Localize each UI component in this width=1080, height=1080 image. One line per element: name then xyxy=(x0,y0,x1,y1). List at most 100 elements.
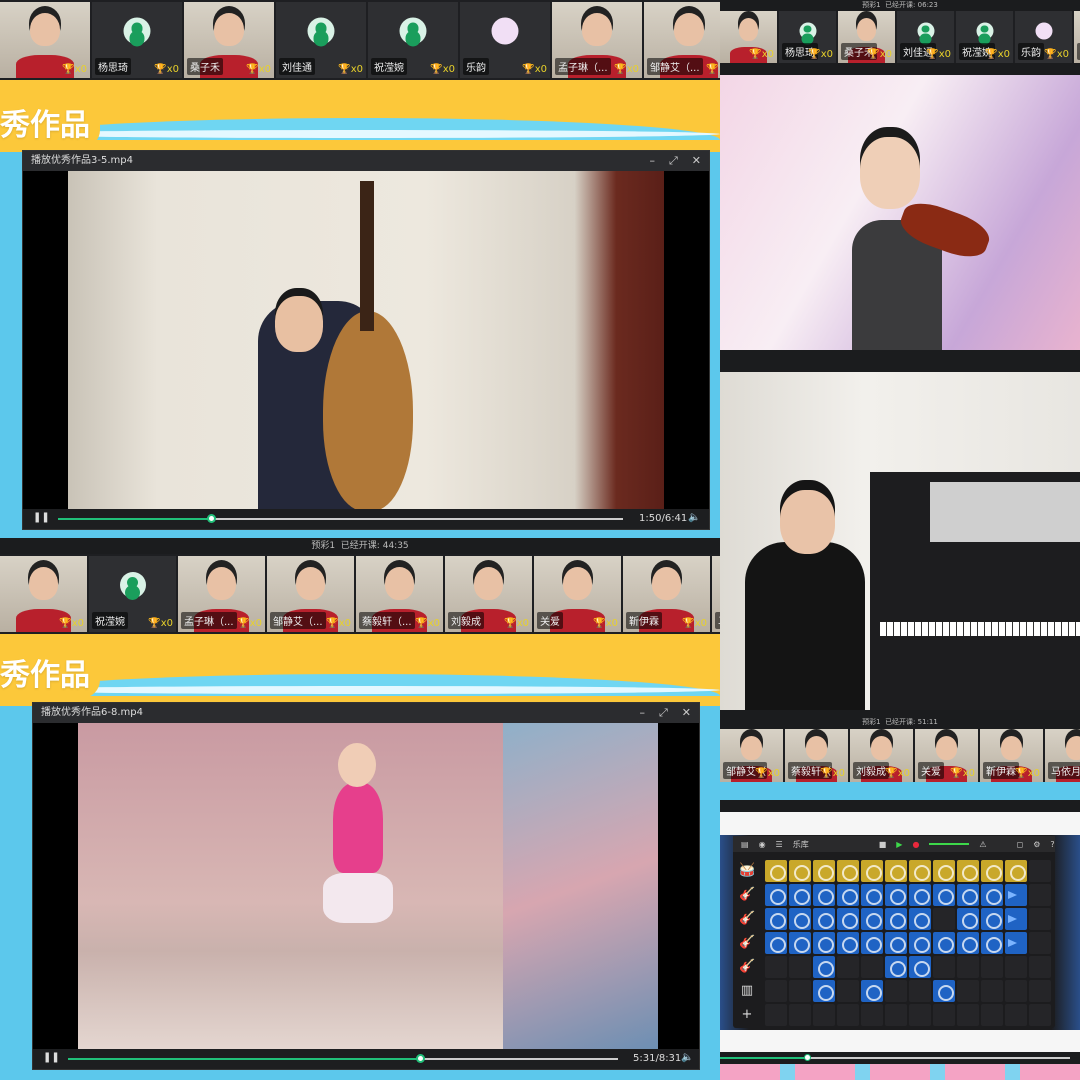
loop-cell[interactable] xyxy=(981,908,1003,930)
empty-cell[interactable] xyxy=(933,908,955,930)
loop-cell[interactable] xyxy=(789,860,811,882)
loop-cell[interactable] xyxy=(861,932,883,954)
drums-icon[interactable]: 🥁 xyxy=(739,860,755,880)
loop-cell[interactable] xyxy=(933,980,955,1002)
participant-tile[interactable]: 刘佳通 🏆x0 xyxy=(897,11,954,63)
pause-icon[interactable]: ❚❚ xyxy=(33,512,50,523)
stop-icon[interactable]: ■ xyxy=(879,840,887,849)
play-icon[interactable]: ▶ xyxy=(896,840,902,849)
participant-tile[interactable]: 孟子琳（... 🏆x0 xyxy=(178,556,265,632)
volume-icon[interactable]: 🔈 xyxy=(688,512,700,523)
empty-cell[interactable] xyxy=(957,980,979,1002)
scene-trigger[interactable] xyxy=(1005,908,1027,930)
loop-cell[interactable] xyxy=(861,884,883,906)
participant-tile[interactable]: 邹静艾（...🏆x0 xyxy=(644,2,720,78)
scene-trigger[interactable] xyxy=(1005,884,1027,906)
loop-cell[interactable] xyxy=(981,884,1003,906)
loop-cell[interactable] xyxy=(981,860,1003,882)
seek-bar[interactable] xyxy=(58,514,623,523)
loop-cell[interactable] xyxy=(885,860,907,882)
empty-cell[interactable] xyxy=(861,956,883,978)
empty-cell[interactable] xyxy=(981,956,1003,978)
loop-cell[interactable] xyxy=(813,956,835,978)
minimize-icon[interactable]: – xyxy=(639,703,645,723)
loop-cell[interactable] xyxy=(909,932,931,954)
loop-cell[interactable] xyxy=(765,860,787,882)
empty-cell[interactable] xyxy=(837,956,859,978)
participant-tile[interactable]: 🏆x0 xyxy=(0,556,87,632)
video-frame-piano[interactable] xyxy=(720,372,1080,710)
loop-cell[interactable] xyxy=(837,860,859,882)
loop-cell[interactable] xyxy=(861,860,883,882)
loop-cell[interactable] xyxy=(885,956,907,978)
loop-cell[interactable] xyxy=(813,908,835,930)
empty-cell[interactable] xyxy=(1029,956,1051,978)
participant-tile[interactable]: 祝滢婉 🏆x0 xyxy=(956,11,1013,63)
participant-tile[interactable]: 孟子琳🏆x0 xyxy=(1074,11,1080,63)
empty-cell[interactable] xyxy=(765,956,787,978)
loop-cell[interactable] xyxy=(909,860,931,882)
loop-cell[interactable] xyxy=(813,980,835,1002)
video-frame-pipa[interactable] xyxy=(23,171,709,509)
empty-cell[interactable] xyxy=(957,1004,979,1026)
empty-cell[interactable] xyxy=(1005,956,1027,978)
empty-cell[interactable] xyxy=(981,1004,1003,1026)
participant-tile[interactable]: 蔡毅轩（...🏆x0 xyxy=(785,729,848,782)
empty-cell[interactable] xyxy=(1029,1004,1051,1026)
empty-cell[interactable] xyxy=(789,956,811,978)
participant-tile[interactable]: 刘毅成 🏆x0 xyxy=(445,556,532,632)
empty-cell[interactable] xyxy=(957,956,979,978)
help-icon[interactable]: ? xyxy=(1050,840,1054,849)
video-frame-violin[interactable] xyxy=(720,75,1080,350)
empty-cell[interactable] xyxy=(1005,980,1027,1002)
loop-cell[interactable] xyxy=(837,908,859,930)
volume-slider[interactable] xyxy=(929,843,970,845)
empty-cell[interactable] xyxy=(813,1004,835,1026)
document-icon[interactable]: ▤ xyxy=(741,840,749,849)
maximize-icon[interactable]: ⤢ xyxy=(669,151,678,171)
empty-cell[interactable] xyxy=(1029,884,1051,906)
empty-cell[interactable] xyxy=(1029,860,1051,882)
loop-cell[interactable] xyxy=(789,884,811,906)
loop-cell[interactable] xyxy=(909,956,931,978)
empty-cell[interactable] xyxy=(933,956,955,978)
empty-cell[interactable] xyxy=(837,980,859,1002)
participant-tile[interactable]: 刘毅成 🏆x0 xyxy=(850,729,913,782)
loop-cell[interactable] xyxy=(861,980,883,1002)
empty-cell[interactable] xyxy=(1005,1004,1027,1026)
loop-cell[interactable] xyxy=(789,908,811,930)
empty-cell[interactable] xyxy=(885,980,907,1002)
participant-tile[interactable]: 祝滢婉 🏆x0 xyxy=(89,556,176,632)
loop-cell[interactable] xyxy=(981,932,1003,954)
participant-tile[interactable]: 孟子琳（... 🏆x0 xyxy=(552,2,642,78)
loop-cell[interactable] xyxy=(909,908,931,930)
electric-guitar-icon[interactable]: 🎸 xyxy=(739,956,755,976)
empty-cell[interactable] xyxy=(933,1004,955,1026)
empty-cell[interactable] xyxy=(1029,908,1051,930)
loop-icon[interactable]: ◻ xyxy=(1017,840,1024,849)
record-icon[interactable]: ● xyxy=(912,840,919,849)
participant-tile[interactable]: 马依月🏆x0 xyxy=(1045,729,1080,782)
loop-cell[interactable] xyxy=(765,884,787,906)
mixer-icon[interactable]: ☰ xyxy=(776,840,783,849)
loop-cell[interactable] xyxy=(813,860,835,882)
loop-cell[interactable] xyxy=(813,884,835,906)
empty-cell[interactable] xyxy=(885,1004,907,1026)
participant-tile[interactable]: 靳伊霖 🏆x0 xyxy=(980,729,1043,782)
guitar-icon[interactable]: 🎸 xyxy=(739,884,755,904)
volume-icon[interactable]: 🔈 xyxy=(681,1052,693,1063)
loop-cell[interactable] xyxy=(765,908,787,930)
scene-trigger[interactable] xyxy=(1005,932,1027,954)
minimize-icon[interactable]: – xyxy=(649,151,655,171)
loop-cell[interactable] xyxy=(957,908,979,930)
loop-cell[interactable] xyxy=(885,932,907,954)
participant-tile[interactable]: 刘佳通 🏆x0 xyxy=(276,2,366,78)
empty-cell[interactable] xyxy=(789,1004,811,1026)
close-icon[interactable]: ✕ xyxy=(692,151,701,171)
loop-cell[interactable] xyxy=(789,932,811,954)
settings-icon[interactable]: ⚙ xyxy=(1033,840,1040,849)
empty-cell[interactable] xyxy=(909,1004,931,1026)
empty-cell[interactable] xyxy=(861,1004,883,1026)
loop-cell[interactable] xyxy=(957,932,979,954)
participant-tile[interactable]: 蔡毅轩（...🏆x0 xyxy=(356,556,443,632)
